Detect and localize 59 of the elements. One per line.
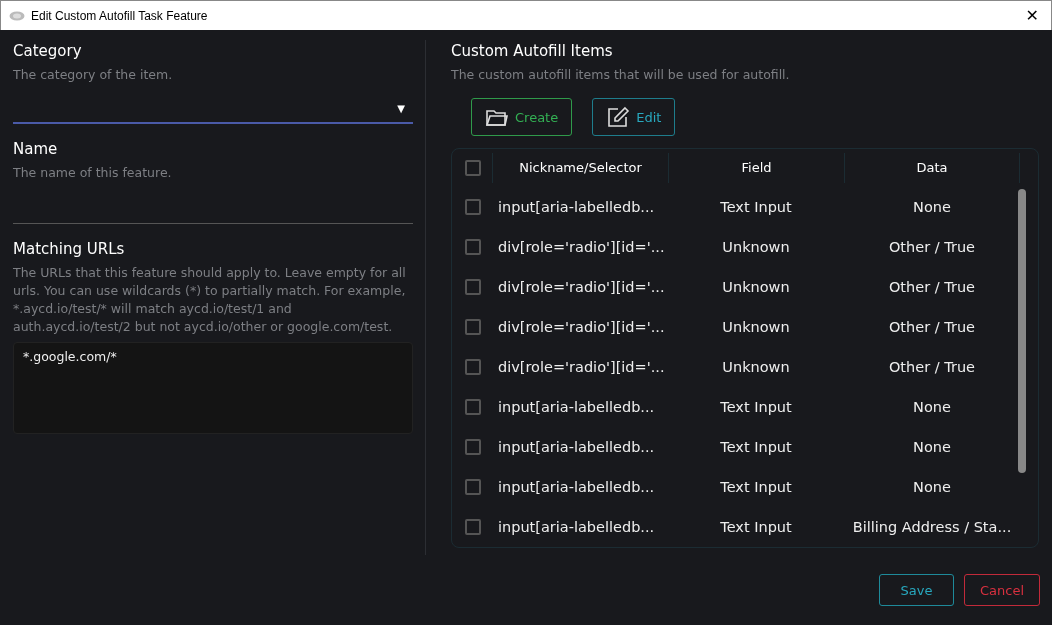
checkbox[interactable]: [465, 399, 481, 415]
table-cell-text: input[aria-labelledb...: [497, 199, 656, 215]
column-header[interactable]: Nickname/Selector: [492, 153, 668, 183]
checkbox[interactable]: [465, 319, 481, 335]
table-cell-text: input[aria-labelledb...: [497, 519, 656, 535]
field-description: The URLs that this feature should apply to. Leave empty for all urls. You can use wildcards (*) to partially match. For example, *.aycd.io/test/* will match aycd.io/test/1 and auth.aycd.io/test/2 but not aycd.io/other or google.com/test.: [13, 264, 407, 336]
scrollbar-thumb[interactable]: [1018, 189, 1026, 473]
table-cell-text: Text Input: [719, 519, 793, 535]
create-button[interactable]: Create: [471, 98, 573, 136]
table-cell-text: Text Input: [719, 479, 793, 495]
app-icon: [9, 10, 25, 21]
field-label: Matching URLs: [13, 240, 126, 258]
checkbox[interactable]: [465, 160, 481, 176]
table-cell-text: Other / True: [887, 319, 977, 335]
table-cell-text: div[role='radio'][id='...: [497, 359, 666, 375]
table-cell-text: Text Input: [719, 399, 793, 415]
field-description: The category of the item.: [13, 66, 174, 84]
table-cell-text: Other / True: [887, 359, 977, 375]
field-description: The name of this feature.: [13, 164, 173, 182]
table-cell-text: div[role='radio'][id='...: [497, 319, 666, 335]
table-cell-text: Other / True: [887, 239, 977, 255]
table-cell-text: div[role='radio'][id='...: [497, 239, 666, 255]
table-cell-text: Billing Address / Sta...: [851, 519, 1013, 535]
checkbox[interactable]: [465, 359, 481, 375]
edit-icon: [606, 106, 631, 128]
table-cell-text: Unknown: [721, 279, 791, 295]
close-button[interactable]: ✕: [1021, 6, 1043, 25]
checkbox[interactable]: [465, 519, 481, 535]
save-button[interactable]: Save: [879, 574, 954, 606]
table-cell-text: Text Input: [719, 439, 793, 455]
urls-textarea[interactable]: *.google.com/*: [13, 342, 413, 434]
column-header[interactable]: Field: [668, 153, 844, 183]
table-cell-text: None: [912, 439, 952, 455]
column-header[interactable]: Data: [844, 153, 1020, 183]
edit-button[interactable]: Edit: [592, 98, 676, 136]
field-label: Category: [13, 42, 83, 60]
cancel-button[interactable]: Cancel: [964, 574, 1040, 606]
table-cell-text: input[aria-labelledb...: [497, 439, 656, 455]
category-dropdown[interactable]: ▼: [13, 94, 413, 124]
table-cell-text: Other / True: [887, 279, 977, 295]
field-label: Name: [13, 140, 59, 158]
checkbox[interactable]: [465, 439, 481, 455]
table-cell-text: input[aria-labelledb...: [497, 399, 656, 415]
table-cell-text: Unknown: [721, 239, 791, 255]
table-cell-text: Text Input: [719, 199, 793, 215]
table-cell-text: input[aria-labelledb...: [497, 479, 656, 495]
window-title: Edit Custom Autofill Task Feature: [31, 8, 209, 23]
table-cell-text: Unknown: [721, 319, 791, 335]
table-cell-text: Unknown: [721, 359, 791, 375]
section-title: Custom Autofill Items: [451, 42, 614, 60]
table-cell-text: None: [912, 199, 952, 215]
table-cell-text: None: [912, 399, 952, 415]
checkbox[interactable]: [465, 479, 481, 495]
checkbox[interactable]: [465, 279, 481, 295]
section-description: The custom autofill items that will be used for autofill.: [451, 66, 791, 84]
table-cell-text: div[role='radio'][id='...: [497, 279, 666, 295]
table-cell-text: None: [912, 479, 952, 495]
checkbox[interactable]: [465, 199, 481, 215]
checkbox[interactable]: [465, 239, 481, 255]
